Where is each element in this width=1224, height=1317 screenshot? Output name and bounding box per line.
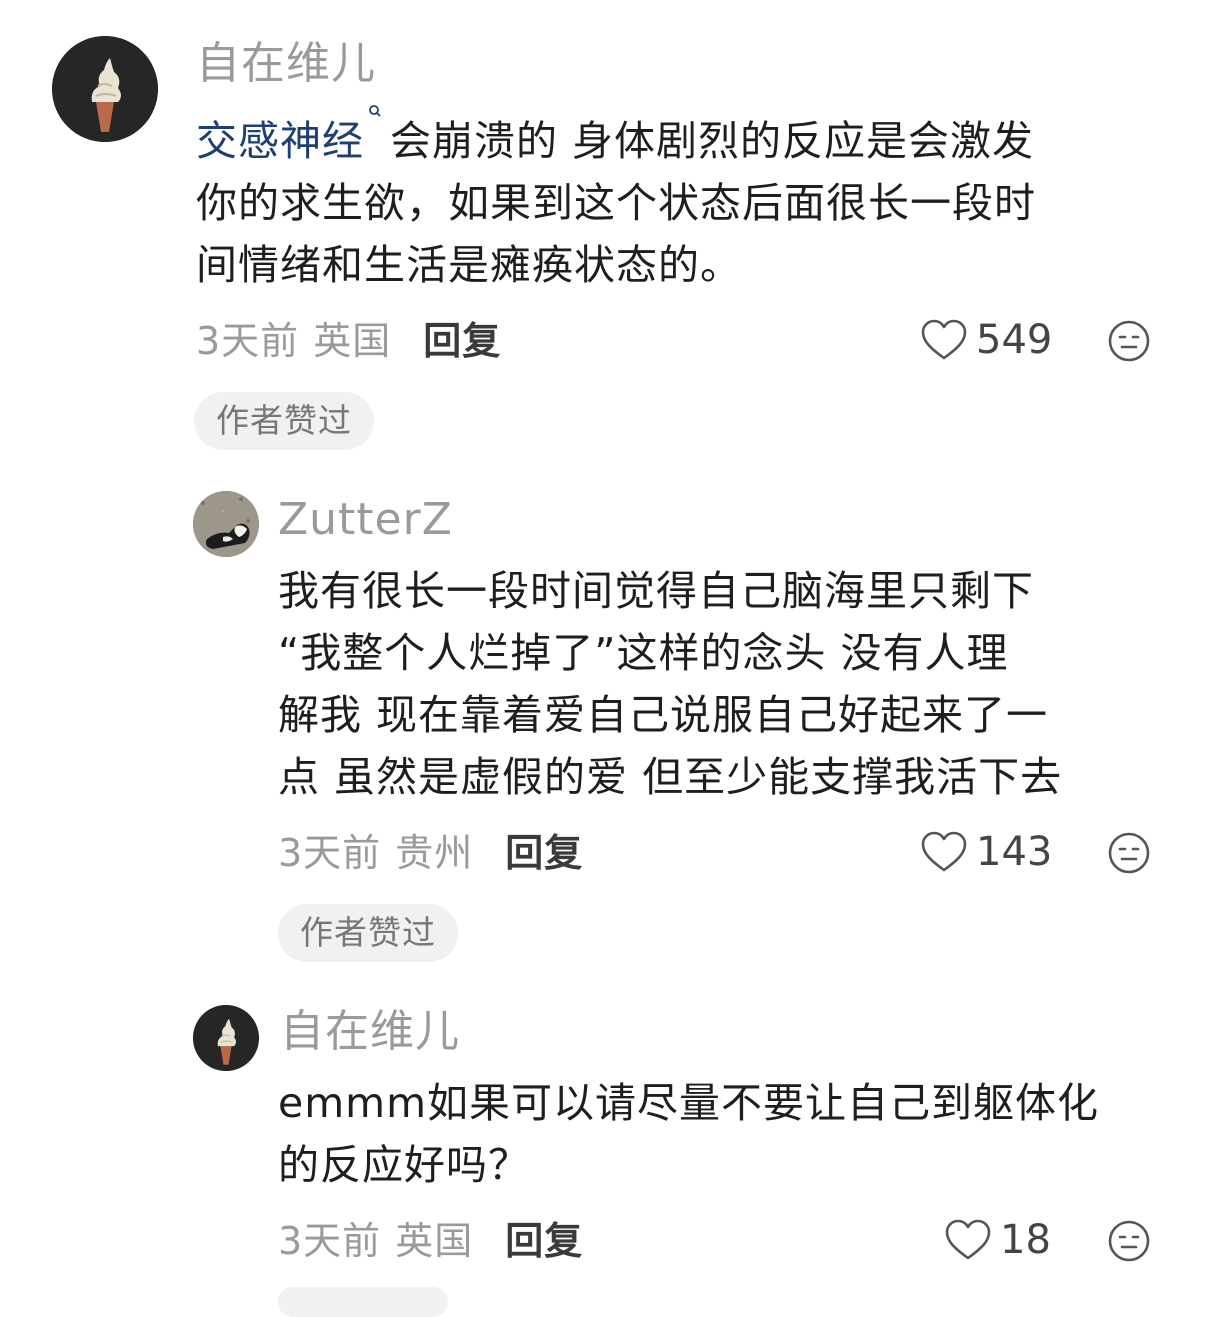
- location: 英国: [395, 1219, 474, 1263]
- avatar[interactable]: [52, 36, 158, 142]
- author-liked-badge: 作者赞过: [278, 904, 458, 962]
- like-count: 18: [1000, 1217, 1051, 1263]
- username[interactable]: ZutterZ: [278, 498, 453, 542]
- search-icon: [368, 104, 384, 124]
- like-button[interactable]: 549: [920, 318, 1052, 362]
- avatar[interactable]: [193, 491, 259, 557]
- mention-link[interactable]: 交感神经: [196, 117, 364, 165]
- like-count: 549: [976, 317, 1053, 363]
- comment-text: emmm如果可以请尽量不要让自己到躯体化 的反应好吗？: [278, 1072, 1099, 1196]
- timestamp: 3天前: [278, 1219, 382, 1263]
- soft-serve-ice-cream-icon: [52, 36, 158, 142]
- neutral-face-icon: [1108, 1220, 1150, 1262]
- author-liked-badge: 作者赞过: [194, 392, 374, 450]
- comment-meta: 3天前 贵州 回复: [278, 834, 583, 872]
- dog-on-gravel-icon: [193, 491, 259, 557]
- avatar[interactable]: [193, 1005, 259, 1071]
- comment-text-line: 点 虽然是虚假的爱 但至少能支撑我活下去: [278, 753, 1063, 801]
- location: 英国: [313, 319, 392, 363]
- heart-outline-icon: [945, 1219, 991, 1260]
- dislike-button[interactable]: [1107, 1219, 1151, 1263]
- author-liked-badge: [278, 1287, 448, 1317]
- reply-button[interactable]: 回复: [505, 1219, 583, 1263]
- neutral-face-icon: [1108, 832, 1150, 874]
- username[interactable]: 自在维儿: [280, 1010, 460, 1054]
- heart-outline-icon: [921, 831, 967, 872]
- like-count: 143: [976, 829, 1053, 875]
- timestamp: 3天前: [278, 831, 382, 875]
- neutral-face-icon: [1108, 320, 1150, 362]
- soft-serve-ice-cream-icon: [193, 1005, 259, 1071]
- username[interactable]: 自在维儿: [196, 42, 376, 86]
- heart-outline-icon: [921, 319, 967, 360]
- comment-text-line: emmm如果可以请尽量不要让自己到躯体化: [278, 1079, 1100, 1127]
- comment-meta: 3天前 英国 回复: [196, 322, 501, 360]
- comment-meta: 3天前 英国 回复: [278, 1222, 583, 1260]
- comment-text-line: 我有很长一段时间觉得自己脑海里只剩下: [278, 567, 1034, 615]
- comment-text-line: 你的求生欲，如果到这个状态后面很长一段时: [196, 179, 1036, 227]
- comment-text: 我有很长一段时间觉得自己脑海里只剩下 “我整个人烂掉了”这样的念头 没有人理 解…: [278, 560, 1062, 808]
- reply-button[interactable]: 回复: [423, 319, 501, 363]
- location: 贵州: [395, 831, 474, 875]
- comment-text-line: “我整个人烂掉了”这样的念头 没有人理: [278, 629, 1009, 677]
- dislike-button[interactable]: [1107, 319, 1151, 363]
- dislike-button[interactable]: [1107, 831, 1151, 875]
- like-button[interactable]: 18: [944, 1218, 1051, 1262]
- comment-text-line: 的反应好吗？: [278, 1141, 530, 1189]
- reply-button[interactable]: 回复: [505, 831, 583, 875]
- comment-text: 交感神经 会崩溃的 身体剧烈的反应是会激发 你的求生欲，如果到这个状态后面很长一段…: [196, 105, 1036, 296]
- timestamp: 3天前: [196, 319, 300, 363]
- comment-text-line: 会崩溃的 身体剧烈的反应是会激发: [390, 117, 1035, 165]
- like-button[interactable]: 143: [920, 830, 1052, 874]
- comment-text-line: 解我 现在靠着爱自己说服自己好起来了一: [278, 691, 1049, 739]
- comment-text-line: 间情绪和生活是瘫痪状态的。: [196, 241, 742, 289]
